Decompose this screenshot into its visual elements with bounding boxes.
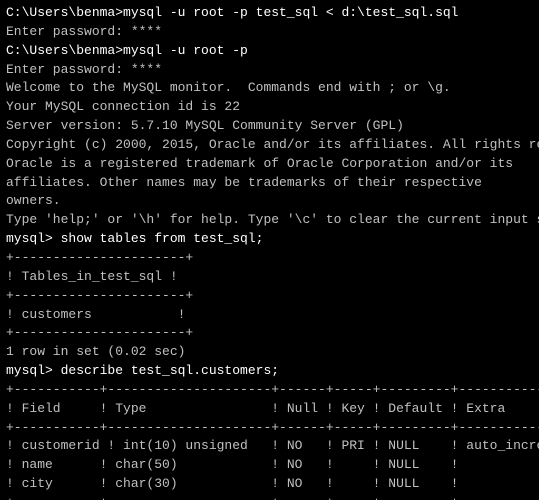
terminal-line-22: +----------------------+ [6,324,533,343]
terminal-line-31: ! city ! char(30) ! NO ! ! NULL ! ! [6,475,533,494]
terminal-line-7: Server version: 5.7.10 MySQL Community S… [6,117,533,136]
terminal-window[interactable]: C:\Users\benma>mysql -u root -p test_sql… [0,0,539,500]
terminal-line-11: Oracle is a registered trademark of Orac… [6,155,533,174]
terminal-line-30: ! name ! char(50) ! NO ! ! NULL ! ! [6,456,533,475]
terminal-line-32: +-----------+---------------------+-----… [6,494,533,500]
terminal-line-21: ! customers ! [6,306,533,325]
terminal-line-0: C:\Users\benma>mysql -u root -p test_sql… [6,4,533,23]
terminal-line-5: Welcome to the MySQL monitor. Commands e… [6,79,533,98]
terminal-line-29: ! customerid ! int(10) unsigned ! NO ! P… [6,437,533,456]
terminal-line-6: Your MySQL connection id is 22 [6,98,533,117]
terminal-line-13: owners. [6,192,533,211]
terminal-line-20: +----------------------+ [6,287,533,306]
terminal-line-4: Enter password: **** [6,61,533,80]
terminal-line-3: C:\Users\benma>mysql -u root -p [6,42,533,61]
terminal-line-17: mysql> show tables from test_sql; [6,230,533,249]
terminal-line-19: ! Tables_in_test_sql ! [6,268,533,287]
terminal-line-28: +-----------+---------------------+-----… [6,419,533,438]
terminal-line-26: +-----------+---------------------+-----… [6,381,533,400]
terminal-line-12: affiliates. Other names may be trademark… [6,174,533,193]
terminal-line-27: ! Field ! Type ! Null ! Key ! Default ! … [6,400,533,419]
terminal-line-23: 1 row in set (0.02 sec) [6,343,533,362]
terminal-line-15: Type 'help;' or '\h' for help. Type '\c'… [6,211,533,230]
terminal-line-9: Copyright (c) 2000, 2015, Oracle and/or … [6,136,533,155]
terminal-line-1: Enter password: **** [6,23,533,42]
terminal-line-18: +----------------------+ [6,249,533,268]
terminal-line-25: mysql> describe test_sql.customers; [6,362,533,381]
